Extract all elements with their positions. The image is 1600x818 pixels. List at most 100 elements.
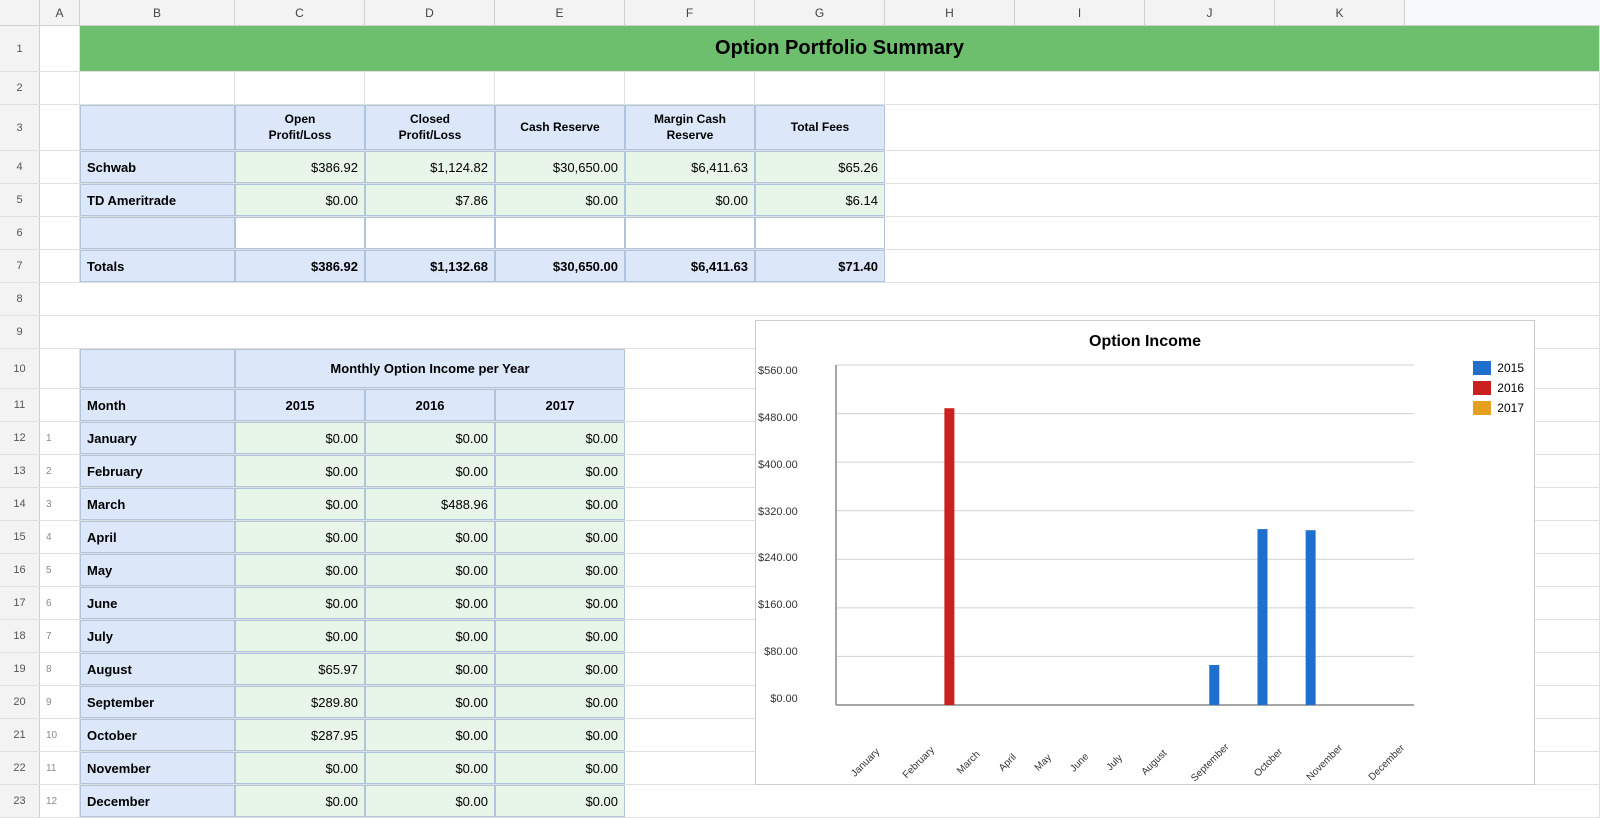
x-label-jun: June [1068, 751, 1091, 774]
totals-cash-value: $30,650.00 [553, 259, 618, 274]
jan-2017-val: $0.00 [585, 431, 618, 446]
bar-march-2016 [944, 408, 954, 705]
jan-2017: $0.00 [495, 422, 625, 454]
y-label-0: $0.00 [770, 693, 798, 705]
jul-2017: $0.00 [495, 620, 625, 652]
row-sub-11: 11 [46, 763, 56, 774]
col-e-header: E [495, 0, 625, 25]
monthly-section-title: Monthly Option Income per Year [235, 349, 625, 388]
cell-20a: 9 [40, 686, 80, 718]
feb-2017: $0.00 [495, 455, 625, 487]
y2017-header-text: 2017 [546, 398, 575, 413]
jun-2016-val: $0.00 [455, 596, 488, 611]
cash-reserve-header-text: Cash Reserve [520, 120, 599, 136]
row-sub-3: 3 [46, 499, 52, 510]
nov-2015: $0.00 [235, 752, 365, 784]
jul-2017-val: $0.00 [585, 629, 618, 644]
schwab-cash: $30,650.00 [495, 151, 625, 183]
row-sub-5: 5 [46, 565, 52, 576]
nov-2016: $0.00 [365, 752, 495, 784]
column-headers: A B C D E F G H I J K [0, 0, 1600, 26]
feb-2015-val: $0.00 [325, 464, 358, 479]
totals-cash: $30,650.00 [495, 250, 625, 282]
totals-fees-value: $71.40 [838, 259, 878, 274]
cell-6f [625, 217, 755, 249]
y-label-80: $80.00 [764, 646, 798, 658]
x-label-apr: April [997, 752, 1019, 774]
cell-10a [40, 349, 80, 388]
apr-2015: $0.00 [235, 521, 365, 553]
mar-2016-val: $488.96 [441, 497, 488, 512]
totals-margin: $6,411.63 [625, 250, 755, 282]
row-num-12: 12 [0, 422, 40, 454]
totals-fees: $71.40 [755, 250, 885, 282]
jan-2016: $0.00 [365, 422, 495, 454]
aug-2016: $0.00 [365, 653, 495, 685]
jan-2015: $0.00 [235, 422, 365, 454]
schwab-margin: $6,411.63 [625, 151, 755, 183]
aug-2015-val: $65.97 [318, 662, 358, 677]
may-2015: $0.00 [235, 554, 365, 586]
tda-margin: $0.00 [625, 184, 755, 216]
x-label-dec: December [1367, 743, 1407, 783]
nov-2015-val: $0.00 [325, 761, 358, 776]
aug-2017-val: $0.00 [585, 662, 618, 677]
monthly-title-text: Monthly Option Income per Year [330, 361, 529, 376]
sep-2016-val: $0.00 [455, 695, 488, 710]
y2015-header-text: 2015 [286, 398, 315, 413]
jul-2016-val: $0.00 [455, 629, 488, 644]
monthly-section-label [80, 349, 235, 388]
col-i-header: I [1015, 0, 1145, 25]
cell-22a: 11 [40, 752, 80, 784]
schwab-cash-value: $30,650.00 [553, 160, 618, 175]
cell-23rest [625, 785, 1600, 817]
cell-2d [365, 72, 495, 104]
row-2: 2 [0, 72, 1600, 105]
cell-6h [885, 217, 1600, 249]
cell-6b [80, 217, 235, 249]
oct-label-text: October [87, 728, 137, 743]
row-sub-12: 12 [46, 796, 57, 807]
schwab-closed-value: $1,124.82 [430, 160, 488, 175]
row-num-20: 20 [0, 686, 40, 718]
cell-6e [495, 217, 625, 249]
row-num-7: 7 [0, 250, 40, 282]
apr-2016: $0.00 [365, 521, 495, 553]
jan-2015-val: $0.00 [325, 431, 358, 446]
aug-label-text: August [87, 662, 132, 677]
col-k-header: K [1275, 0, 1405, 25]
row-6: 6 [0, 217, 1600, 250]
nov-2017: $0.00 [495, 752, 625, 784]
tda-margin-value: $0.00 [715, 193, 748, 208]
cell-5h [885, 184, 1600, 216]
cell-7a [40, 250, 80, 282]
x-label-feb: February [901, 745, 937, 781]
july-label: July [80, 620, 235, 652]
row-3: 3 OpenProfit/Loss ClosedProfit/Loss Cash… [0, 105, 1600, 151]
dec-2015: $0.00 [235, 785, 365, 817]
y2016-header-text: 2016 [416, 398, 445, 413]
september-label: September [80, 686, 235, 718]
aug-2015: $65.97 [235, 653, 365, 685]
row-num-14: 14 [0, 488, 40, 520]
chart-plot-area: $0.00 $80.00 $160.00 $240.00 $320.00 $40… [836, 365, 1414, 705]
aug-2016-val: $0.00 [455, 662, 488, 677]
totals-open: $386.92 [235, 250, 365, 282]
mar-2017: $0.00 [495, 488, 625, 520]
legend-2016: 2016 [1473, 381, 1524, 395]
row-num-3: 3 [0, 105, 40, 150]
y-label-480: $480.00 [758, 412, 798, 424]
cell-2h [885, 72, 1600, 104]
x-label-sep: September [1189, 742, 1231, 784]
header-open-pl: OpenProfit/Loss [235, 105, 365, 150]
cell-8 [40, 283, 1600, 315]
legend-2015: 2015 [1473, 361, 1524, 375]
legend-color-2017 [1473, 401, 1491, 415]
row-sub-2: 2 [46, 466, 52, 477]
row-num-header [0, 0, 40, 25]
tda-label: TD Ameritrade [80, 184, 235, 216]
schwab-margin-value: $6,411.63 [691, 160, 748, 175]
month-header-text: Month [87, 398, 126, 413]
cell-3a [40, 105, 80, 150]
row-4: 4 Schwab $386.92 $1,124.82 $30,650.00 $6… [0, 151, 1600, 184]
